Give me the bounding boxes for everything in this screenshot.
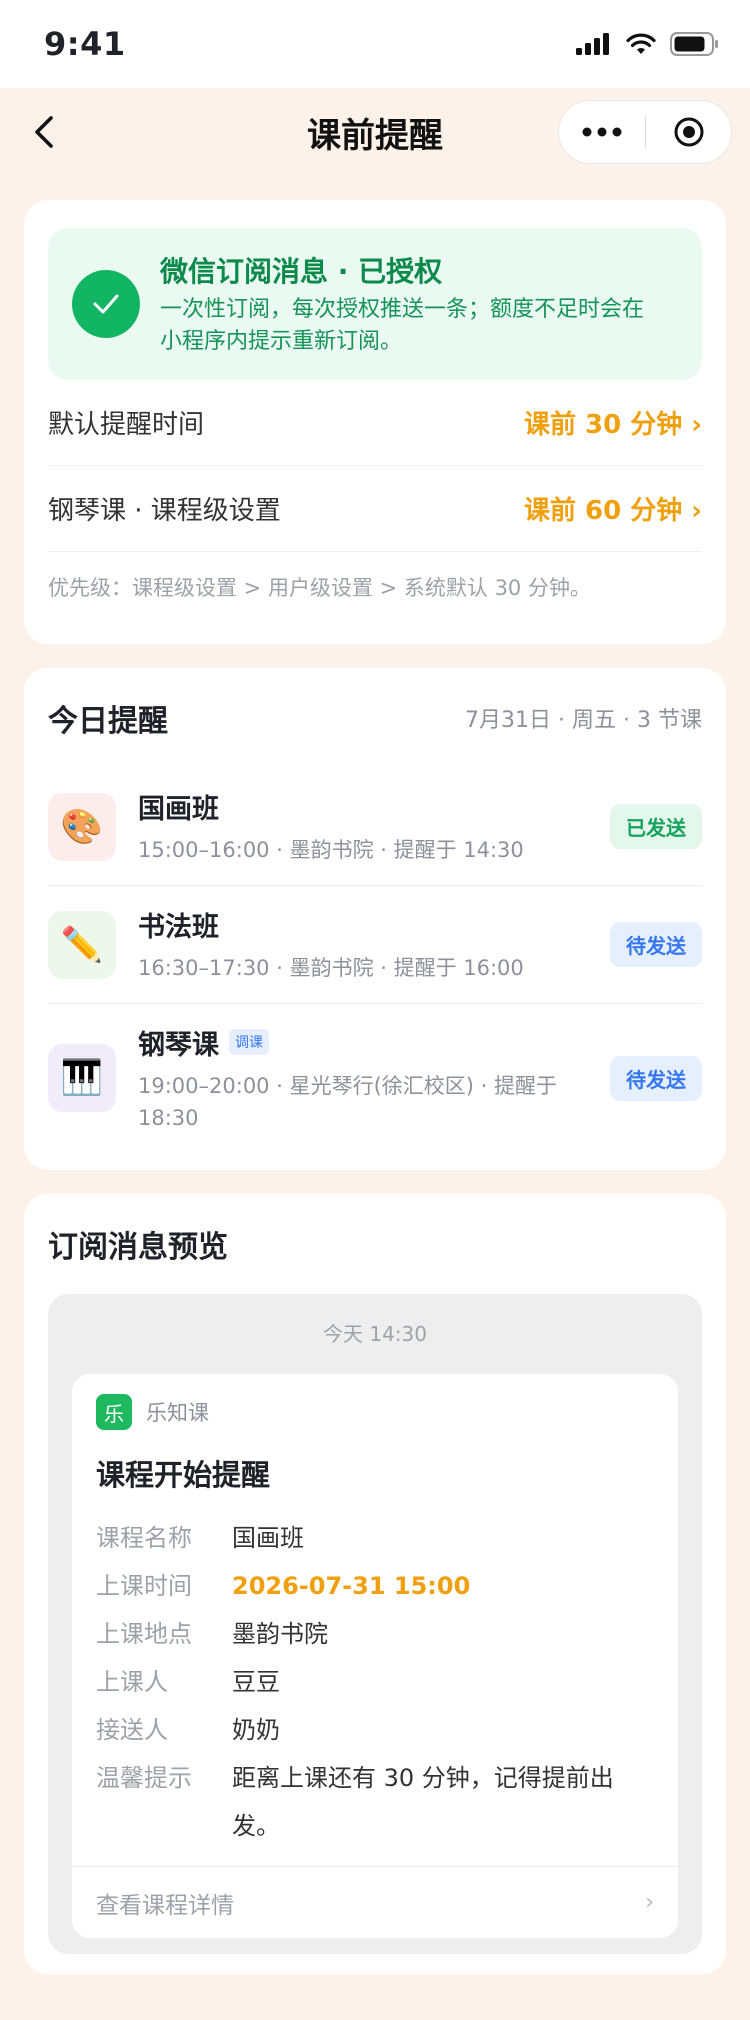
- status-time: 9:41: [44, 25, 126, 63]
- field-key: 上课时间: [96, 1572, 192, 1600]
- default-reminder-value: 课前 30 分钟 ›: [523, 410, 702, 440]
- authorization-title: 微信订阅消息 · 已授权: [160, 255, 443, 288]
- close-mini-program-button[interactable]: [646, 101, 731, 163]
- app-name: 乐知课: [146, 1401, 209, 1425]
- page-title: 课前提醒: [307, 115, 443, 156]
- field-value: 距离上课还有 30 分钟，记得提前出发。: [232, 1764, 614, 1840]
- preview-container: 今天 14:30 乐 乐知课 课程开始提醒 课程名称 国画班 上课时间 2026…: [48, 1294, 702, 1954]
- field-key: 接送人: [96, 1716, 168, 1744]
- palette-icon: 🎨: [48, 792, 116, 861]
- reminder-settings-card: 微信订阅消息 · 已授权 一次性订阅，每次授权推送一条；额度不足时会在小程序内提…: [24, 200, 726, 644]
- today-reminders-card: 今日提醒 7月31日 · 周五 · 3 节课 🎨 国画班 15:00–16:00…: [24, 668, 726, 1170]
- view-course-detail-link[interactable]: 查看课程详情 ›: [72, 1866, 678, 1938]
- nav-bar: 课前提醒: [0, 88, 750, 176]
- message-field-row: 上课人 豆豆: [96, 1658, 654, 1706]
- status-badge: 待发送: [610, 1055, 702, 1101]
- message-field-row: 温馨提示 距离上课还有 30 分钟，记得提前出发。: [96, 1754, 654, 1850]
- signal-icon: [576, 33, 609, 55]
- piano-icon: 🎹: [48, 1044, 116, 1112]
- battery-icon: [670, 32, 718, 56]
- authorization-desc: 一次性订阅，每次授权推送一条；额度不足时会在小程序内提示重新订阅。: [160, 297, 645, 354]
- preview-title: 订阅消息预览: [48, 1230, 228, 1265]
- field-key: 温馨提示: [96, 1764, 192, 1792]
- today-title: 今日提醒: [48, 704, 168, 739]
- status-badge: 待发送: [610, 922, 702, 967]
- pencil-icon: ✏️: [48, 910, 116, 979]
- field-value: 奶奶: [232, 1716, 280, 1744]
- lesson-item[interactable]: 🎹 钢琴课 调课 19:00–20:00 · 星光琴行(徐汇校区) · 提醒于 …: [48, 1004, 702, 1152]
- field-value: 墨韵书院: [232, 1620, 328, 1648]
- default-reminder-row[interactable]: 默认提醒时间 课前 30 分钟 ›: [48, 380, 702, 466]
- course-level-setting-row[interactable]: 钢琴课 · 课程级设置 课前 60 分钟 ›: [48, 466, 702, 552]
- subscription-message: 乐 乐知课 课程开始提醒 课程名称 国画班 上课时间 2026-07-31 15…: [72, 1374, 678, 1938]
- lesson-name-text: 国画班: [138, 794, 219, 825]
- message-field-row: 上课时间 2026-07-31 15:00: [96, 1562, 654, 1610]
- mini-program-capsule: [558, 100, 732, 164]
- lesson-item[interactable]: ✏️ 书法班 16:30–17:30 · 墨韵书院 · 提醒于 16:00 待发…: [48, 886, 702, 1004]
- more-button[interactable]: [559, 101, 645, 163]
- field-key: 上课地点: [96, 1620, 192, 1648]
- message-preview-card: 订阅消息预览 今天 14:30 乐 乐知课 课程开始提醒 课程名称 国画班 上课…: [24, 1194, 726, 1974]
- more-dots-icon: [582, 127, 622, 137]
- view-course-detail-text: 查看课程详情: [96, 1892, 234, 1919]
- lesson-detail: 19:00–20:00 · 星光琴行(徐汇校区) · 提醒于 18:30: [138, 1073, 557, 1130]
- chevron-left-icon: [35, 116, 53, 148]
- status-bar: 9:41: [0, 0, 750, 88]
- field-key: 上课人: [96, 1668, 168, 1696]
- chevron-right-icon: ›: [645, 1890, 654, 1915]
- preview-time: 今天 14:30: [323, 1322, 427, 1346]
- today-header: 今日提醒 7月31日 · 周五 · 3 节课: [48, 668, 702, 768]
- field-value: 豆豆: [232, 1668, 280, 1696]
- field-key: 课程名称: [96, 1524, 192, 1552]
- back-button[interactable]: [22, 110, 66, 154]
- today-meta: 7月31日 · 周五 · 3 节课: [465, 708, 702, 733]
- status-badge: 已发送: [610, 804, 702, 849]
- lesson-name-text: 钢琴课: [138, 1029, 219, 1061]
- status-icons: [576, 32, 720, 56]
- reschedule-tag: 调课: [229, 1029, 269, 1055]
- priority-note: 优先级：课程级设置 > 用户级设置 > 系统默认 30 分钟。: [48, 576, 591, 600]
- message-field-row: 接送人 奶奶: [96, 1706, 654, 1754]
- message-field-row: 课程名称 国画班: [96, 1514, 654, 1562]
- default-reminder-label: 默认提醒时间: [48, 410, 205, 440]
- check-icon: [72, 270, 140, 338]
- wifi-icon: [626, 33, 656, 54]
- lesson-detail: 16:30–17:30 · 墨韵书院 · 提醒于 16:00: [138, 956, 524, 980]
- authorization-banner: 微信订阅消息 · 已授权 一次性订阅，每次授权推送一条；额度不足时会在小程序内提…: [48, 228, 702, 380]
- message-title: 课程开始提醒: [96, 1458, 271, 1492]
- course-level-value: 课前 60 分钟 ›: [523, 496, 702, 526]
- message-field-row: 上课地点 墨韵书院: [96, 1610, 654, 1658]
- preview-header: 订阅消息预览: [48, 1194, 702, 1294]
- field-value: 国画班: [232, 1524, 304, 1552]
- target-circle-icon: [674, 117, 703, 147]
- message-app-header: 乐 乐知课: [96, 1374, 654, 1450]
- lesson-detail: 15:00–16:00 · 墨韵书院 · 提醒于 14:30: [138, 838, 524, 862]
- field-value: 2026-07-31 15:00: [232, 1572, 471, 1600]
- app-logo: 乐: [96, 1394, 132, 1430]
- lesson-name-text: 书法班: [138, 912, 219, 943]
- lesson-item[interactable]: 🎨 国画班 15:00–16:00 · 墨韵书院 · 提醒于 14:30 已发送: [48, 768, 702, 886]
- course-level-label: 钢琴课 · 课程级设置: [48, 496, 281, 526]
